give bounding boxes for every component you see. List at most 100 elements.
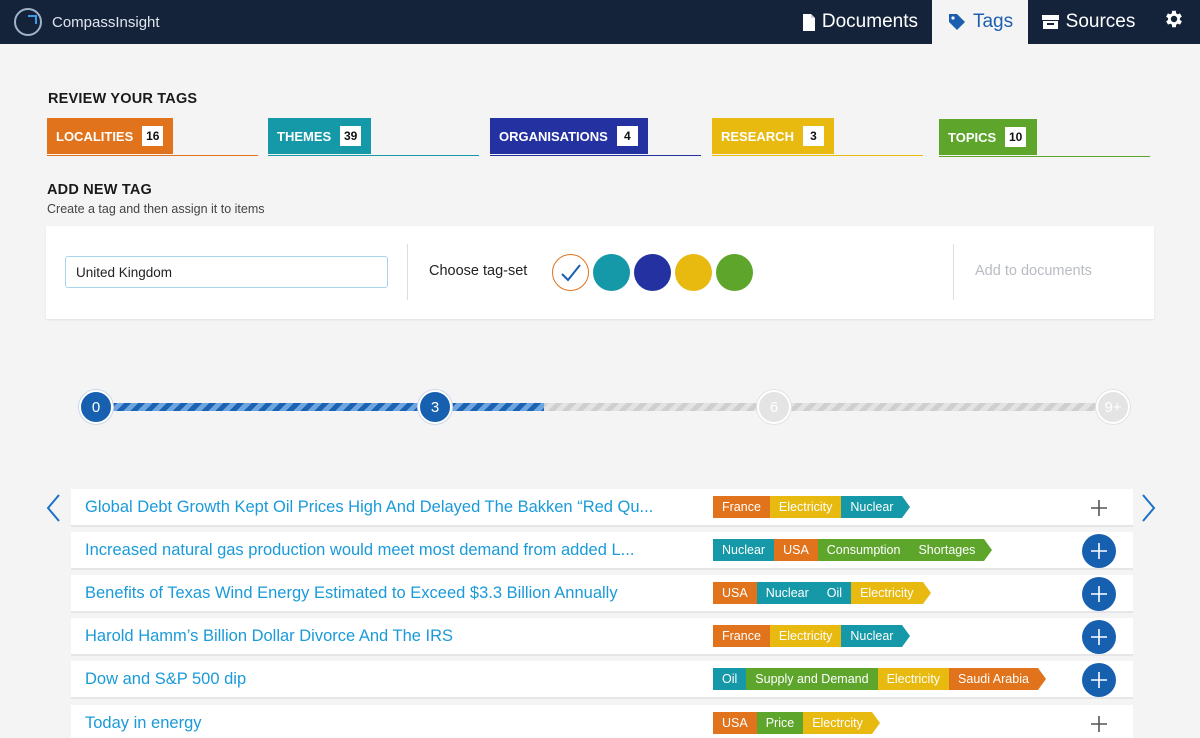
tag-arrow-tail (1037, 668, 1046, 690)
tagset-themes[interactable]: THEMES 39 (268, 118, 479, 156)
nav-documents-label: Documents (821, 11, 918, 32)
next-page-button[interactable] (1136, 492, 1160, 524)
tagset-label: ORGANISATIONS (499, 128, 608, 144)
tag-chip[interactable]: Nuclear (713, 539, 775, 561)
document-title-link[interactable]: Harold Hamm’s Billion Dollar Divorce And… (85, 627, 453, 646)
tagset-organisations[interactable]: ORGANISATIONS 4 (490, 118, 701, 156)
document-title-link[interactable]: Benefits of Texas Wind Energy Estimated … (85, 584, 618, 603)
tag-arrow-tail (871, 712, 880, 734)
tagset-label: TOPICS (948, 129, 997, 145)
document-row: Today in energy USA Price Electrcity (71, 705, 1133, 738)
brand[interactable]: CompassInsight (14, 7, 160, 37)
tag-chip[interactable]: USA (713, 712, 757, 734)
document-row: Global Debt Growth Kept Oil Prices High … (71, 489, 1133, 527)
add-tag-to-document-button[interactable] (1082, 491, 1116, 525)
add-tag-to-document-button[interactable] (1082, 577, 1116, 611)
stepper-progress (96, 403, 544, 411)
add-tag-heading: ADD NEW TAG (47, 182, 153, 198)
plus-icon (1091, 629, 1107, 645)
plus-icon (1091, 500, 1107, 516)
document-title-link[interactable]: Today in energy (85, 714, 202, 733)
tag-chip[interactable]: Price (756, 712, 804, 734)
document-tags: France Electricity Nuclear (713, 496, 911, 518)
document-title-link[interactable]: Dow and S&P 500 dip (85, 670, 246, 689)
tagset-count-badge: 16 (142, 126, 164, 146)
plus-icon (1091, 543, 1107, 559)
document-row: Dow and S&P 500 dip Oil Supply and Demand E… (71, 661, 1133, 699)
nav-documents[interactable]: Documents (802, 0, 932, 44)
color-swatch[interactable] (593, 254, 630, 291)
tagset-count-badge: 3 (802, 126, 824, 146)
color-swatch[interactable] (634, 254, 671, 291)
tagset-topics[interactable]: TOPICS 10 (939, 119, 1150, 157)
tagset-pill: RESEARCH 3 (712, 118, 834, 154)
divider (407, 244, 408, 300)
tag-chip[interactable]: France (713, 496, 770, 518)
tag-chip[interactable]: Electricity (851, 582, 923, 604)
color-swatch[interactable] (675, 254, 712, 291)
settings-button[interactable] (1148, 0, 1200, 44)
tagset-count-badge: 10 (1005, 127, 1027, 147)
tag-chip[interactable]: Electrcity (803, 712, 872, 734)
nav-sources[interactable]: Sources (1028, 0, 1148, 44)
tagset-label: THEMES (277, 128, 332, 144)
tagset-pill: TOPICS 10 (939, 119, 1037, 155)
tagset-label: LOCALITIES (56, 128, 134, 144)
prev-page-button[interactable] (42, 492, 66, 524)
tag-chip[interactable]: Nuclear (841, 496, 903, 518)
swatch-selected[interactable] (552, 254, 589, 291)
color-swatch[interactable] (716, 254, 753, 291)
tag-name-input[interactable] (65, 256, 388, 288)
tag-chip[interactable]: Saudi Arabia (949, 668, 1038, 690)
tag-chip[interactable]: USA (713, 582, 757, 604)
checkmark-icon (561, 264, 581, 282)
add-tag-to-document-button[interactable] (1082, 663, 1116, 697)
tag-arrow-tail (922, 582, 931, 604)
add-tag-panel: Choose tag-set Add to documents (46, 226, 1154, 319)
document-row: Increased natural gas production would m… (71, 532, 1133, 570)
document-title-link[interactable]: Increased natural gas production would m… (85, 541, 634, 560)
stepper-node[interactable]: 6 (757, 390, 791, 424)
tag-chip[interactable]: Electricity (877, 668, 950, 690)
tag-chip[interactable]: Oil (713, 668, 747, 690)
gear-icon (1163, 8, 1185, 36)
nav-sources-label: Sources (1065, 11, 1136, 32)
tag-arrow-tail (902, 625, 911, 647)
tag-chip[interactable]: Consumption (817, 539, 910, 561)
nav-tags-label: Tags (972, 11, 1014, 32)
tag-arrow-tail (902, 496, 911, 518)
chevron-right-icon (1142, 494, 1156, 522)
nav-tags[interactable]: Tags (932, 0, 1028, 44)
tag-chip[interactable]: Electricity (769, 496, 842, 518)
main-nav: Documents Tags Sources (802, 0, 1200, 44)
divider (953, 244, 954, 300)
add-to-documents-button[interactable]: Add to documents (975, 263, 1092, 279)
document-row: Harold Hamm’s Billion Dollar Divorce And… (71, 618, 1133, 656)
tag-chip[interactable]: Oil (817, 582, 852, 604)
tagset-localities[interactable]: LOCALITIES 16 (47, 118, 258, 156)
tagset-pill: LOCALITIES 16 (47, 118, 174, 154)
add-tag-to-document-button[interactable] (1082, 534, 1116, 568)
tagset-research[interactable]: RESEARCH 3 (712, 118, 923, 156)
stepper-node[interactable]: 0 (79, 390, 113, 424)
tag-chip[interactable]: Nuclear (841, 625, 903, 647)
plus-icon (1091, 716, 1107, 732)
stepper-node[interactable]: 9+ (1096, 390, 1130, 424)
app-name: CompassInsight (52, 13, 160, 31)
tagset-pill: ORGANISATIONS 4 (490, 118, 648, 154)
tag-chip[interactable]: Nuclear (756, 582, 818, 604)
plus-icon (1091, 672, 1107, 688)
tagset-pill: THEMES 39 (268, 118, 372, 154)
stepper-node[interactable]: 3 (418, 390, 452, 424)
document-title-link[interactable]: Global Debt Growth Kept Oil Prices High … (85, 498, 653, 517)
choose-tagset-label: Choose tag-set (429, 263, 528, 279)
chevron-left-icon (46, 494, 60, 522)
tag-chip[interactable]: Supply and Demand (746, 668, 878, 690)
tag-chip[interactable]: Shortages (909, 539, 985, 561)
tag-icon (947, 12, 967, 32)
tag-chip[interactable]: France (713, 625, 770, 647)
add-tag-to-document-button[interactable] (1082, 707, 1116, 738)
tag-chip[interactable]: Electricity (769, 625, 842, 647)
add-tag-to-document-button[interactable] (1082, 620, 1116, 654)
tag-chip[interactable]: USA (774, 539, 818, 561)
